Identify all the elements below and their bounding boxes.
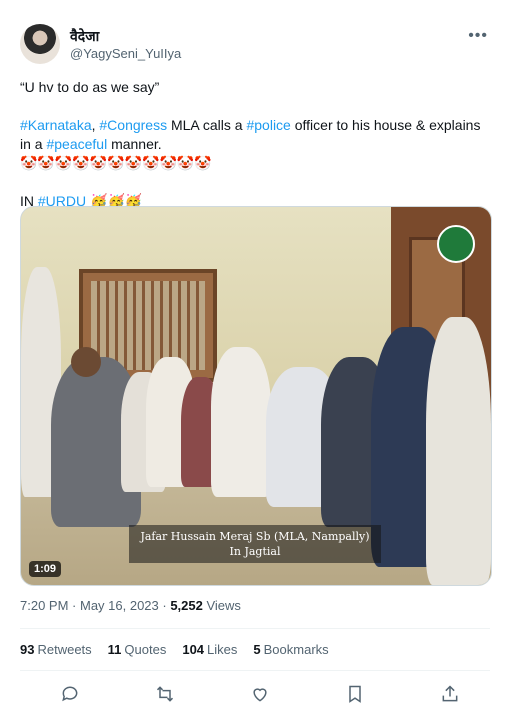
share-icon[interactable] xyxy=(438,682,462,706)
user-handle[interactable]: @YagySeni_YuIIya xyxy=(70,46,181,61)
hashtag-police[interactable]: #police xyxy=(246,117,290,133)
bookmark-icon[interactable] xyxy=(343,682,367,706)
bookmarks-stat[interactable]: 5 Bookmarks xyxy=(253,642,328,657)
bookmarks-label: Bookmarks xyxy=(263,642,329,657)
divider xyxy=(20,670,490,671)
views-count: 5,252 xyxy=(170,598,203,613)
retweets-stat[interactable]: 93 Retweets xyxy=(20,642,92,657)
video-duration: 1:09 xyxy=(29,561,62,577)
more-icon[interactable]: ••• xyxy=(468,27,488,45)
quotes-label: Quotes xyxy=(124,642,167,657)
avatar[interactable] xyxy=(20,24,60,64)
hashtag-congress[interactable]: #Congress xyxy=(99,117,167,133)
likes-label: Likes xyxy=(207,642,238,657)
tweet-stats: 93 Retweets 11 Quotes 104 Likes 5 Bookmarks xyxy=(20,642,329,657)
like-icon[interactable] xyxy=(248,682,272,706)
display-name[interactable]: वैदेजा xyxy=(70,27,99,46)
text-segment: manner. xyxy=(107,136,162,152)
tweet-line-quote: “U hv to do as we say” xyxy=(20,79,160,95)
video-player[interactable]: Jafar Hussain Meraj Sb (MLA, Nampally) I… xyxy=(20,206,492,586)
channel-logo xyxy=(437,225,475,263)
bookmarks-count: 5 xyxy=(253,642,261,657)
video-caption: Jafar Hussain Meraj Sb (MLA, Nampally) I… xyxy=(129,525,381,563)
views-label: Views xyxy=(202,598,241,613)
hashtag-peaceful[interactable]: #peaceful xyxy=(46,136,107,152)
reply-icon[interactable] xyxy=(58,682,82,706)
divider xyxy=(20,628,490,629)
tweet-line-main: #Karnataka, #Congress MLA calls a #polic… xyxy=(20,116,490,154)
meta-separator: · xyxy=(68,598,80,613)
hashtag-karnataka[interactable]: #Karnataka xyxy=(20,117,92,133)
quotes-count: 11 xyxy=(107,642,122,657)
tweet-meta: 7:20 PM · May 16, 2023 · 5,252 Views xyxy=(20,598,241,613)
likes-stat[interactable]: 104 Likes xyxy=(182,642,237,657)
tweet-date[interactable]: May 16, 2023 xyxy=(80,598,159,613)
text-segment: MLA calls a xyxy=(167,117,247,133)
action-bar xyxy=(20,682,490,706)
retweets-label: Retweets xyxy=(37,642,92,657)
tweet-card: वैदेजा @YagySeni_YuIIya ••• “U hv to do … xyxy=(0,0,510,726)
quotes-stat[interactable]: 11 Quotes xyxy=(108,642,167,657)
retweet-icon[interactable] xyxy=(153,682,177,706)
tweet-time[interactable]: 7:20 PM xyxy=(20,598,68,613)
tweet-text: “U hv to do as we say” #Karnataka, #Cong… xyxy=(20,78,490,211)
meta-separator: · xyxy=(158,598,171,613)
clown-emojis: 🤡🤡🤡🤡🤡🤡🤡🤡🤡🤡🤡 xyxy=(20,155,212,171)
likes-count: 104 xyxy=(182,642,205,657)
retweets-count: 93 xyxy=(20,642,35,657)
